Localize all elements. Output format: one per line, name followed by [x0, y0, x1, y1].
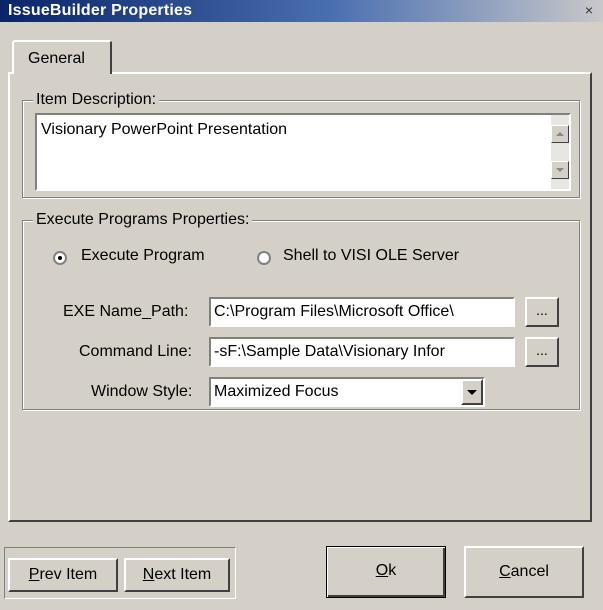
next-item-button[interactable]: Next Item	[124, 558, 230, 592]
command-line-label: Command Line:	[79, 343, 192, 360]
next-item-label: ext Item	[154, 566, 212, 583]
ok-label: k	[388, 562, 397, 579]
execute-properties-group: Execute Programs Properties: Execute Pro…	[22, 211, 580, 410]
cancel-button[interactable]: Cancel	[464, 546, 584, 598]
exe-path-input[interactable]: C:\Program Files\Microsoft Office\	[209, 297, 515, 327]
title-bar[interactable]: IssueBuilder Properties ×	[0, 0, 603, 22]
description-scrollbar[interactable]	[551, 115, 569, 189]
window-style-label: Window Style:	[91, 383, 193, 400]
prev-item-button[interactable]: Prev Item	[8, 558, 118, 592]
item-description-field[interactable]: Visionary PowerPoint Presentation	[35, 113, 571, 191]
cancel-label: ancel	[510, 563, 549, 580]
prev-item-mnemonic: P	[28, 566, 40, 583]
prev-item-label: rev Item	[39, 566, 98, 583]
tab-general-label: General	[28, 50, 85, 67]
ok-button[interactable]: Ok	[326, 546, 446, 598]
window-title: IssueBuilder Properties	[8, 2, 193, 19]
shell-ole-radio[interactable]	[257, 251, 271, 265]
command-line-input[interactable]: -sF:\Sample Data\Visionary Infor	[209, 337, 515, 367]
cancel-mnemonic: C	[499, 563, 511, 580]
shell-ole-label: Shell to VISI OLE Server	[283, 247, 460, 264]
execute-program-label: Execute Program	[81, 247, 205, 264]
command-browse-button[interactable]: ...	[525, 337, 559, 367]
dropdown-arrow-icon[interactable]	[461, 379, 483, 405]
item-description-group: Item Description: Visionary PowerPoint P…	[22, 91, 580, 198]
window-style-value: Maximized Focus	[214, 383, 339, 400]
tab-general[interactable]: General	[12, 40, 112, 74]
execute-properties-legend: Execute Programs Properties:	[33, 211, 253, 229]
properties-dialog: IssueBuilder Properties × General Item D…	[0, 0, 603, 610]
execute-program-radio[interactable]	[53, 251, 67, 265]
exe-browse-button[interactable]: ...	[525, 297, 559, 327]
item-description-legend: Item Description:	[33, 91, 160, 109]
exe-path-label: EXE Name_Path:	[63, 303, 189, 320]
tab-panel: Item Description: Visionary PowerPoint P…	[8, 72, 592, 522]
next-item-mnemonic: N	[142, 566, 155, 583]
ok-mnemonic: O	[375, 562, 389, 579]
window-style-select[interactable]: Maximized Focus	[209, 377, 485, 407]
scroll-down-icon[interactable]	[551, 161, 569, 179]
scroll-up-icon[interactable]	[551, 125, 569, 143]
item-description-text: Visionary PowerPoint Presentation	[41, 121, 288, 138]
close-icon[interactable]: ×	[581, 2, 597, 18]
